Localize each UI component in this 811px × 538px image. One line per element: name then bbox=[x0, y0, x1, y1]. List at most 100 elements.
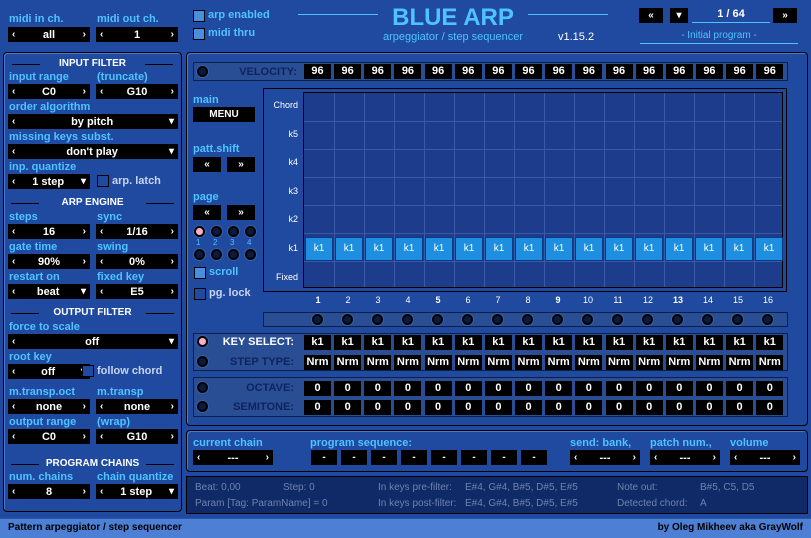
key-select-cell[interactable]: k1 bbox=[726, 335, 754, 350]
octave-led[interactable] bbox=[197, 382, 208, 393]
key-select-cell[interactable]: k1 bbox=[364, 335, 392, 350]
step-note[interactable]: k1 bbox=[755, 237, 783, 261]
send-bank-select[interactable]: ‹ --- › bbox=[570, 450, 640, 465]
chevron-right-icon[interactable]: › bbox=[83, 29, 86, 40]
page-next-button[interactable]: » bbox=[227, 205, 255, 220]
chevron-down-icon[interactable]: ▾ bbox=[169, 116, 174, 127]
page-led[interactable] bbox=[245, 226, 256, 237]
page-prev-button[interactable]: « bbox=[193, 205, 221, 220]
step-type-cell[interactable]: Nrm bbox=[334, 355, 362, 370]
step-note[interactable]: k1 bbox=[515, 237, 543, 261]
step-type-cell[interactable]: Nrm bbox=[454, 355, 482, 370]
step-type-cell[interactable]: Nrm bbox=[364, 355, 392, 370]
program-sequence-slot[interactable]: - bbox=[521, 450, 547, 465]
key-select-cell[interactable]: k1 bbox=[695, 335, 723, 350]
semitone-cell[interactable]: 0 bbox=[394, 400, 422, 415]
velocity-cell[interactable]: 96 bbox=[695, 64, 723, 79]
key-select-cell[interactable]: k1 bbox=[424, 335, 452, 350]
output-range-low-select[interactable]: ‹ C0 › bbox=[8, 429, 90, 444]
chevron-right-icon[interactable]: › bbox=[171, 401, 174, 412]
step-note[interactable]: k1 bbox=[545, 237, 573, 261]
step-type-cell[interactable]: Nrm bbox=[695, 355, 723, 370]
velocity-cell[interactable]: 96 bbox=[334, 64, 362, 79]
program-dropdown-button[interactable]: ▾ bbox=[670, 8, 688, 23]
num-chains-select[interactable]: ‹ 8 › bbox=[8, 484, 90, 499]
mtransp-oct-select[interactable]: ‹ none › bbox=[8, 399, 90, 414]
gate-time-select[interactable]: ‹ 90% › bbox=[8, 254, 90, 269]
volume-select[interactable]: ‹ --- › bbox=[730, 450, 800, 465]
program-sequence-slot[interactable]: - bbox=[461, 450, 487, 465]
output-range-high-select[interactable]: ‹ G10 › bbox=[96, 429, 178, 444]
key-select-cell[interactable]: k1 bbox=[304, 335, 331, 350]
inp-quantize-select[interactable]: ‹ 1 step ▾ bbox=[8, 174, 90, 189]
patch-num-select[interactable]: ‹ --- › bbox=[650, 450, 720, 465]
chevron-right-icon[interactable]: › bbox=[171, 86, 174, 97]
semitone-cell[interactable]: 0 bbox=[515, 400, 543, 415]
key-select-cell[interactable]: k1 bbox=[484, 335, 512, 350]
arp-latch-checkbox[interactable] bbox=[97, 175, 109, 187]
midi-thru-checkbox[interactable] bbox=[193, 28, 205, 40]
page-led[interactable] bbox=[211, 249, 222, 260]
chevron-right-icon[interactable]: › bbox=[83, 256, 86, 267]
step-type-cell[interactable]: Nrm bbox=[665, 355, 693, 370]
octave-cell[interactable]: 0 bbox=[424, 381, 452, 396]
step-type-cell[interactable]: Nrm bbox=[515, 355, 543, 370]
step-note[interactable]: k1 bbox=[485, 237, 513, 261]
step-grid[interactable]: k1 k1 k1 k1 k1 k1 k1 k1 k1 k1 k1 k1 k1 k1 k1 k1 bbox=[303, 92, 783, 288]
program-sequence-slot[interactable]: - bbox=[311, 450, 337, 465]
octave-cell[interactable]: 0 bbox=[334, 381, 362, 396]
input-range-low-select[interactable]: ‹ C0 › bbox=[8, 84, 90, 99]
chevron-right-icon[interactable]: › bbox=[171, 29, 174, 40]
patt-shift-right-button[interactable]: » bbox=[227, 157, 255, 172]
step-note[interactable]: k1 bbox=[605, 237, 633, 261]
page-led[interactable] bbox=[211, 226, 222, 237]
input-range-high-select[interactable]: ‹ G10 › bbox=[96, 84, 178, 99]
step-type-cell[interactable]: Nrm bbox=[424, 355, 452, 370]
velocity-led[interactable] bbox=[197, 66, 208, 77]
program-sequence-slot[interactable]: - bbox=[491, 450, 517, 465]
semitone-cell[interactable]: 0 bbox=[304, 400, 331, 415]
program-sequence-slot[interactable]: - bbox=[431, 450, 457, 465]
chain-quantize-select[interactable]: ‹ 1 step ▾ bbox=[96, 484, 178, 499]
chevron-right-icon[interactable]: › bbox=[83, 86, 86, 97]
semitone-cell[interactable]: 0 bbox=[756, 400, 784, 415]
chevron-right-icon[interactable]: › bbox=[793, 452, 796, 463]
velocity-cell[interactable]: 96 bbox=[394, 64, 422, 79]
semitone-cell[interactable]: 0 bbox=[575, 400, 603, 415]
step-type-cell[interactable]: Nrm bbox=[394, 355, 422, 370]
velocity-cell[interactable]: 96 bbox=[454, 64, 482, 79]
arp-enabled-checkbox[interactable] bbox=[193, 10, 205, 22]
chevron-down-icon[interactable]: ▾ bbox=[81, 286, 86, 297]
step-type-led[interactable] bbox=[197, 356, 208, 367]
chevron-right-icon[interactable]: › bbox=[83, 226, 86, 237]
octave-cell[interactable]: 0 bbox=[695, 381, 723, 396]
octave-cell[interactable]: 0 bbox=[454, 381, 482, 396]
octave-cell[interactable]: 0 bbox=[304, 381, 331, 396]
patt-shift-left-button[interactable]: « bbox=[193, 157, 221, 172]
semitone-led[interactable] bbox=[197, 401, 208, 412]
octave-cell[interactable]: 0 bbox=[515, 381, 543, 396]
semitone-cell[interactable]: 0 bbox=[605, 400, 633, 415]
step-type-cell[interactable]: Nrm bbox=[484, 355, 512, 370]
missing-keys-select[interactable]: ‹ don't play ▾ bbox=[8, 144, 178, 159]
step-type-cell[interactable]: Nrm bbox=[605, 355, 633, 370]
octave-cell[interactable]: 0 bbox=[726, 381, 754, 396]
octave-cell[interactable]: 0 bbox=[545, 381, 573, 396]
octave-cell[interactable]: 0 bbox=[575, 381, 603, 396]
midi-in-select[interactable]: ‹ all › bbox=[8, 27, 90, 42]
octave-cell[interactable]: 0 bbox=[756, 381, 784, 396]
chevron-right-icon[interactable]: › bbox=[633, 452, 636, 463]
program-sequence-slot[interactable]: - bbox=[371, 450, 397, 465]
midi-out-select[interactable]: ‹ 1 › bbox=[96, 27, 178, 42]
semitone-cell[interactable]: 0 bbox=[695, 400, 723, 415]
step-note[interactable]: k1 bbox=[395, 237, 423, 261]
octave-cell[interactable]: 0 bbox=[665, 381, 693, 396]
chevron-right-icon[interactable]: › bbox=[171, 431, 174, 442]
velocity-cell[interactable]: 96 bbox=[515, 64, 543, 79]
scroll-checkbox[interactable] bbox=[194, 267, 206, 279]
chevron-right-icon[interactable]: › bbox=[83, 401, 86, 412]
semitone-cell[interactable]: 0 bbox=[364, 400, 392, 415]
semitone-cell[interactable]: 0 bbox=[484, 400, 512, 415]
velocity-cell[interactable]: 96 bbox=[756, 64, 784, 79]
semitone-cell[interactable]: 0 bbox=[545, 400, 573, 415]
